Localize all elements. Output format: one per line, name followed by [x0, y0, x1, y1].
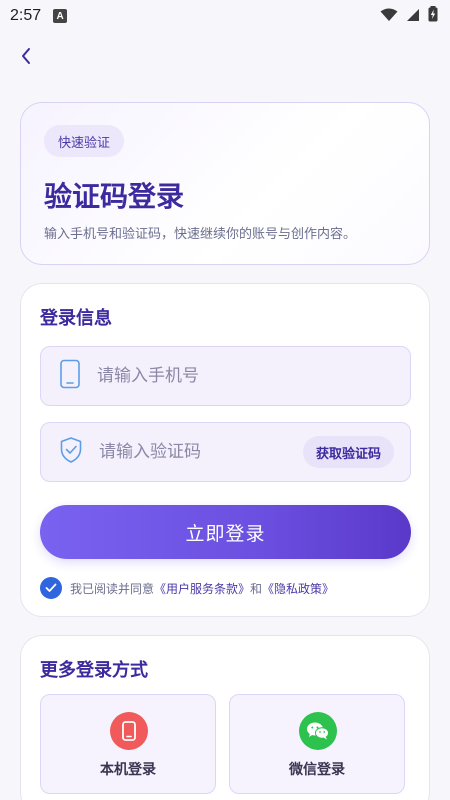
local-login-label: 本机登录: [100, 762, 156, 778]
login-card: 登录信息 获取验证码 立即登录 我已阅读并同意《用户服务条款》和《隐私政策》: [20, 283, 430, 617]
local-login-button[interactable]: 本机登录: [40, 694, 216, 794]
phone-icon: [110, 712, 148, 750]
page-title: 验证码登录: [44, 180, 185, 213]
wechat-login-label: 微信登录: [289, 762, 345, 778]
battery-charging-icon: [428, 6, 438, 26]
status-icons: [380, 6, 438, 26]
notification-badge: A: [53, 9, 68, 23]
chevron-left-icon: [22, 48, 30, 64]
status-time: 2:57: [10, 7, 42, 24]
more-login-card: 更多登录方式 本机登录 微信登录: [20, 635, 430, 800]
login-section-title: 登录信息: [40, 308, 112, 329]
code-field[interactable]: 获取验证码: [40, 422, 411, 482]
back-button[interactable]: [12, 42, 40, 70]
agreement-and: 和: [250, 581, 263, 596]
mobile-phone-icon: [59, 359, 81, 393]
wechat-icon: [299, 712, 337, 750]
hero-card: 快速验证 验证码登录 输入手机号和验证码，快速继续你的账号与创作内容。: [20, 102, 430, 265]
terms-link[interactable]: 《用户服务条款》: [154, 582, 250, 596]
wifi-icon: [380, 7, 398, 26]
login-button[interactable]: 立即登录: [40, 505, 411, 559]
phone-input[interactable]: [97, 366, 297, 386]
wechat-login-button[interactable]: 微信登录: [229, 694, 405, 794]
code-input[interactable]: [99, 442, 299, 462]
agreement-checkbox[interactable]: [40, 577, 62, 599]
privacy-link[interactable]: 《隐私政策》: [262, 582, 334, 596]
hero-badge: 快速验证: [44, 125, 125, 157]
agreement-row: 我已阅读并同意《用户服务条款》和《隐私政策》: [40, 577, 334, 599]
signal-icon: [406, 7, 420, 26]
check-icon: [45, 583, 57, 592]
agreement-prefix: 我已阅读并同意: [70, 581, 155, 596]
shield-check-icon: [59, 436, 83, 468]
status-bar: 2:57 A: [0, 0, 450, 32]
get-code-button[interactable]: 获取验证码: [302, 436, 394, 468]
page-subtitle: 输入手机号和验证码，快速继续你的账号与创作内容。: [44, 227, 357, 242]
phone-field[interactable]: [40, 346, 411, 406]
agreement-text: 我已阅读并同意《用户服务条款》和《隐私政策》: [70, 580, 334, 597]
more-login-title: 更多登录方式: [40, 660, 148, 681]
